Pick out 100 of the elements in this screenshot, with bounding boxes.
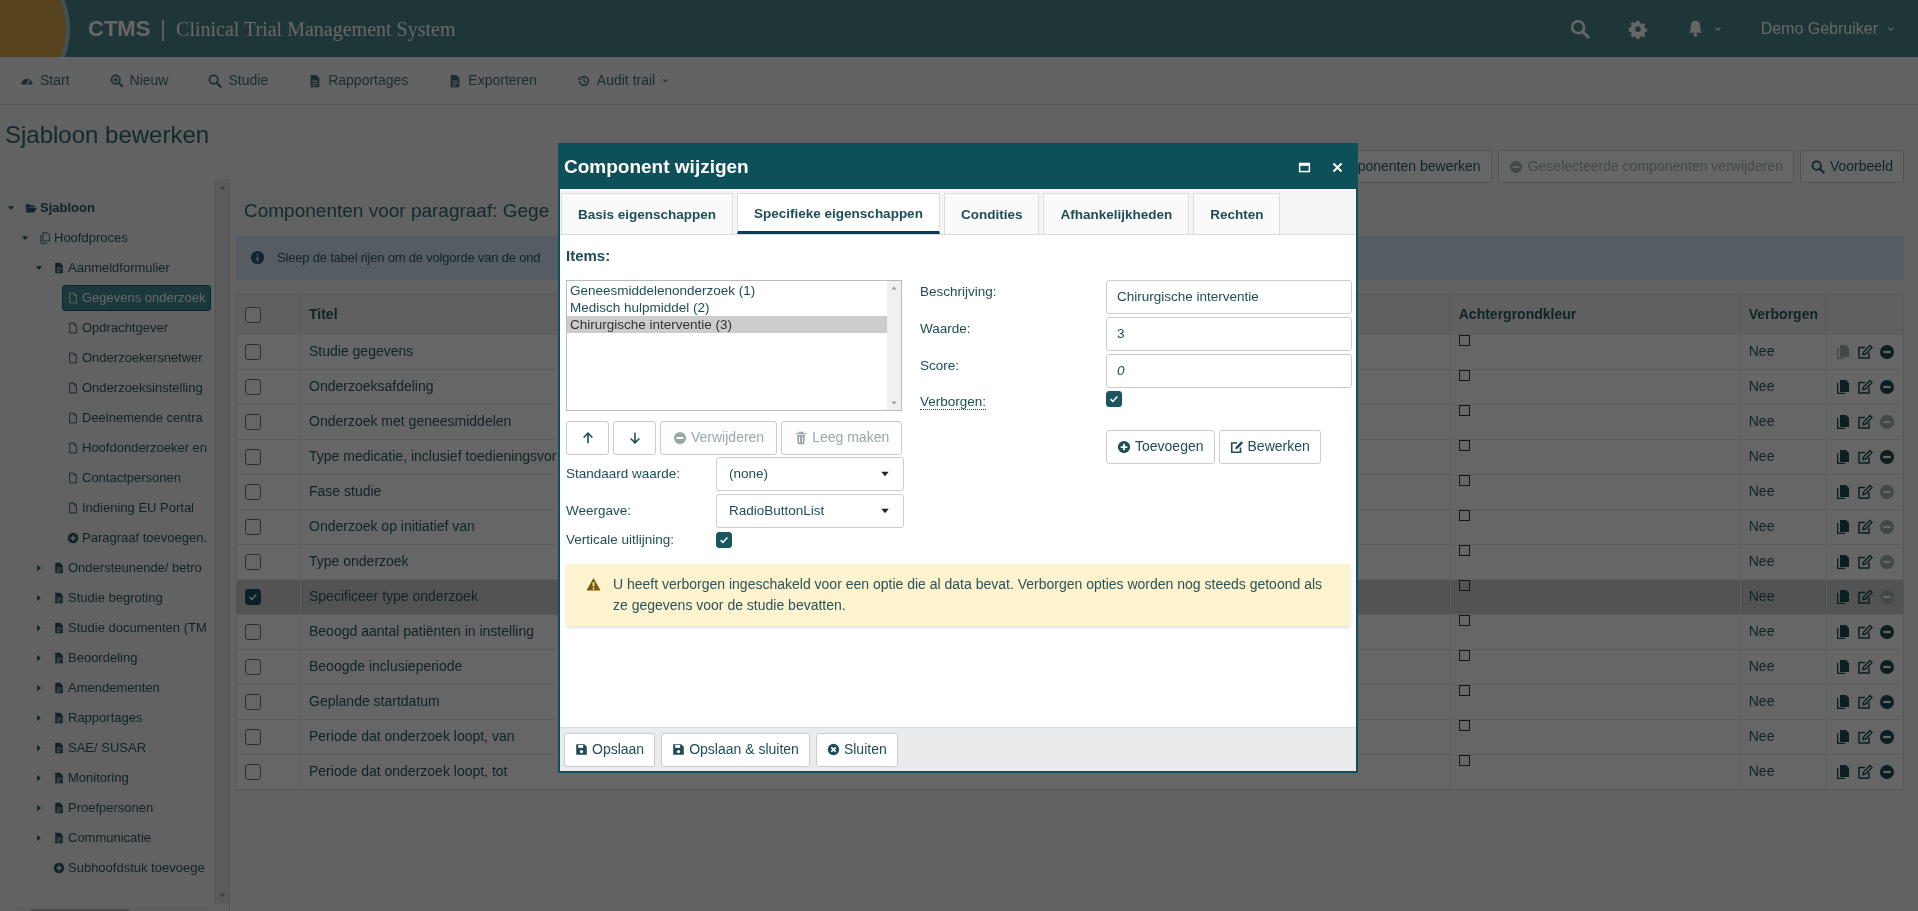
edit-icon[interactable]	[1857, 413, 1873, 430]
checkbox[interactable]	[716, 531, 732, 548]
edit-icon[interactable]	[1857, 483, 1873, 500]
edit-icon[interactable]	[1857, 378, 1873, 395]
settings-button[interactable]	[1627, 18, 1648, 39]
row-checkbox[interactable]	[245, 624, 261, 641]
close-button[interactable]: Sluiten	[815, 732, 898, 767]
copy-icon[interactable]	[1835, 623, 1851, 640]
edit-icon[interactable]	[1857, 343, 1873, 360]
move-up-button[interactable]	[566, 420, 609, 455]
toolbar-item[interactable]: Audit trail	[576, 70, 671, 91]
tree-item[interactable]: Sjabloon	[20, 195, 100, 221]
edit-icon[interactable]	[1857, 588, 1873, 605]
dropdown[interactable]: (none)	[716, 456, 904, 491]
input-field[interactable]: Chirurgische interventie	[1106, 279, 1352, 314]
input-field[interactable]: 3	[1106, 316, 1352, 351]
save-button[interactable]: Opslaan	[564, 732, 656, 767]
tree-item[interactable]: Studie documenten (TM	[48, 615, 212, 641]
tab[interactable]: Rechten	[1193, 193, 1281, 235]
remove-icon[interactable]	[1879, 623, 1895, 640]
copy-icon[interactable]	[1835, 518, 1851, 535]
tree-item[interactable]: Ondersteunende/ betro	[48, 555, 207, 581]
move-down-button[interactable]	[613, 420, 656, 455]
tree-item[interactable]: SAE/ SUSAR	[48, 735, 152, 761]
edit-icon[interactable]	[1857, 658, 1873, 675]
tab[interactable]: Specifieke eigenschappen	[737, 193, 940, 235]
copy-icon[interactable]	[1835, 483, 1851, 500]
toolbar-item[interactable]: Rapportages	[308, 70, 409, 91]
tree-item[interactable]: Hoofdproces	[34, 225, 133, 251]
copy-icon[interactable]	[1835, 588, 1851, 605]
tree-item[interactable]: Onderzoekersnetwer	[62, 345, 208, 371]
tab[interactable]: Condities	[943, 193, 1040, 235]
edit-icon[interactable]	[1857, 728, 1873, 745]
tree-item[interactable]: Gegevens onderzoek	[62, 285, 211, 311]
tree-item[interactable]: Communicatie	[48, 825, 157, 851]
row-checkbox[interactable]	[245, 694, 261, 711]
remove-icon[interactable]	[1879, 343, 1895, 360]
tree-item[interactable]: Onderzoeksinstelling	[62, 375, 208, 401]
tree-item[interactable]: Rapportages	[48, 705, 148, 731]
edit-icon[interactable]	[1857, 553, 1873, 570]
row-checkbox[interactable]	[245, 379, 261, 396]
add-link[interactable]: Subhoofdstuk toevoege	[48, 855, 210, 881]
search-button[interactable]	[1569, 18, 1590, 39]
row-checkbox[interactable]	[245, 344, 261, 361]
copy-icon[interactable]	[1835, 413, 1851, 430]
dropdown[interactable]: RadioButtonList	[716, 493, 904, 528]
copy-icon[interactable]	[1835, 448, 1851, 465]
toolbar-item[interactable]: Start	[20, 70, 70, 91]
add-button[interactable]: Toevoegen	[1106, 429, 1215, 464]
tree-item[interactable]: Contactpersonen	[62, 465, 186, 491]
remove-icon[interactable]	[1879, 378, 1895, 395]
row-checkbox[interactable]	[245, 484, 261, 501]
row-checkbox[interactable]	[245, 414, 261, 431]
row-checkbox[interactable]	[245, 519, 261, 536]
edit-icon[interactable]	[1857, 623, 1873, 640]
remove-icon[interactable]	[1879, 728, 1895, 745]
remove-icon[interactable]	[1879, 693, 1895, 710]
maximize-button[interactable]	[1298, 160, 1311, 174]
row-checkbox[interactable]	[245, 659, 261, 676]
copy-icon[interactable]	[1835, 763, 1851, 780]
tree-item[interactable]: Opdrachtgever	[62, 315, 173, 341]
items-listbox[interactable]: Geneesmiddelenonderzoek (1) Medisch hulpmiddel (2) Chirurgische interventie (3)	[566, 279, 902, 411]
edit-icon[interactable]	[1857, 693, 1873, 710]
copy-icon[interactable]	[1835, 553, 1851, 570]
row-checkbox[interactable]	[245, 764, 261, 781]
tree-item[interactable]: Monitoring	[48, 765, 134, 791]
tab[interactable]: Afhankelijkheden	[1043, 193, 1190, 235]
checkbox[interactable]	[1106, 390, 1122, 407]
tree-item[interactable]: Deelnemende centra	[62, 405, 208, 431]
row-checkbox[interactable]	[245, 554, 261, 571]
copy-icon[interactable]	[1835, 728, 1851, 745]
tree-item[interactable]: Amendementen	[48, 675, 165, 701]
row-checkbox[interactable]	[245, 449, 261, 466]
copy-icon[interactable]	[1835, 658, 1851, 675]
remove-icon[interactable]	[1879, 763, 1895, 780]
edit-icon[interactable]	[1857, 518, 1873, 535]
action-button[interactable]: Voorbeeld	[1799, 150, 1904, 183]
list-option[interactable]: Chirurgische interventie (3)	[567, 315, 887, 333]
tree-item[interactable]: Hoofdonderzoeker en	[62, 435, 213, 461]
tree-item[interactable]: Aanmeldformulier	[48, 255, 175, 281]
tree-item[interactable]: Proefpersonen	[48, 795, 159, 821]
toolbar-item[interactable]: Exporteren	[448, 70, 537, 91]
copy-icon[interactable]	[1835, 378, 1851, 395]
close-button[interactable]	[1331, 160, 1344, 174]
edit-icon[interactable]	[1857, 448, 1873, 465]
list-option[interactable]: Medisch hulpmiddel (2)	[567, 298, 887, 316]
add-link[interactable]: Paragraaf toevoegen.	[62, 525, 213, 551]
tree-item[interactable]: Studie begroting	[48, 585, 168, 611]
row-checkbox[interactable]	[245, 589, 261, 606]
tree-item[interactable]: Beoordeling	[48, 645, 143, 671]
save-button[interactable]: Opslaan & sluiten	[661, 732, 810, 767]
scrollbar[interactable]	[215, 179, 229, 904]
edit-icon[interactable]	[1857, 763, 1873, 780]
remove-icon[interactable]	[1879, 448, 1895, 465]
tree-item[interactable]: Indiening EU Portal	[62, 495, 199, 521]
copy-icon[interactable]	[1835, 693, 1851, 710]
toolbar-item[interactable]: Nieuw	[109, 70, 169, 91]
toolbar-item[interactable]: Studie	[208, 70, 269, 91]
remove-icon[interactable]	[1879, 658, 1895, 675]
select-all-checkbox[interactable]	[245, 306, 261, 323]
